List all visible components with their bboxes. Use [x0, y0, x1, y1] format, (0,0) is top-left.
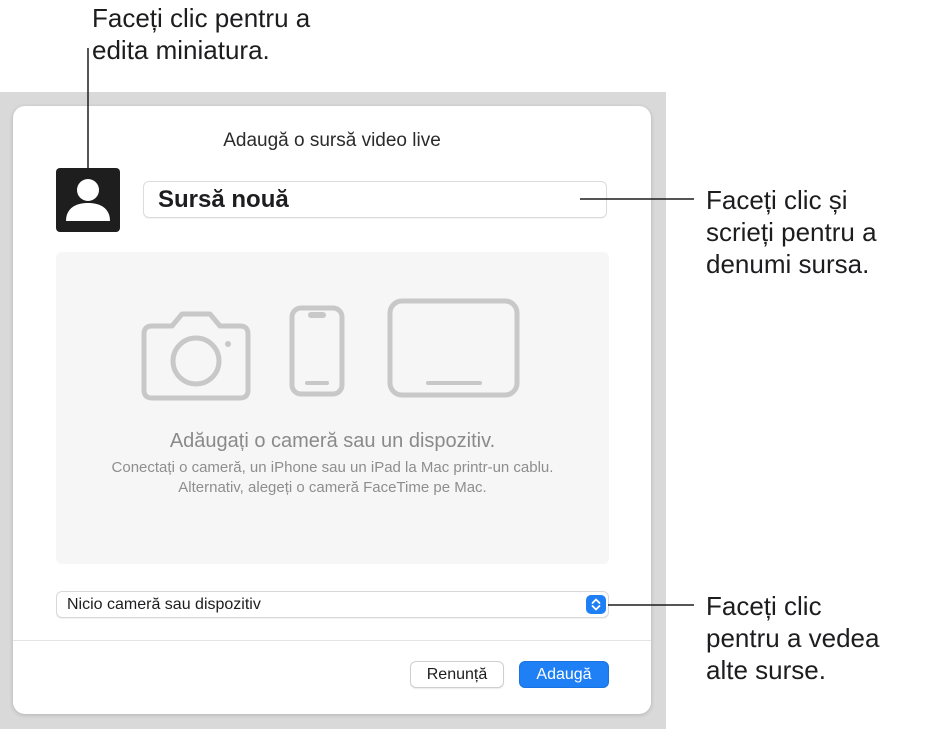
- source-name-value: Sursă nouă: [158, 185, 289, 213]
- dialog-title: Adaugă o sursă video live: [223, 130, 441, 151]
- thumbnail-button[interactable]: [56, 168, 120, 232]
- callout-thumbnail-line-2: edita miniatura.: [92, 35, 270, 65]
- cancel-button[interactable]: Renunță: [410, 661, 504, 688]
- camera-icon: [141, 311, 251, 401]
- empty-state-panel: Adăugați o cameră sau un dispozitiv. Con…: [56, 252, 609, 564]
- add-button[interactable]: Adaugă: [519, 661, 609, 688]
- footer-divider: [13, 640, 651, 641]
- source-name-field[interactable]: Sursă nouă: [143, 181, 607, 218]
- callout-source-line-3: alte surse.: [706, 655, 826, 685]
- callout-source-line-2: pentru a vedea: [706, 623, 880, 653]
- callout-name-line-1: Faceți clic și: [706, 185, 848, 215]
- source-popup-button[interactable]: Nicio cameră sau dispozitiv: [56, 591, 609, 618]
- callout-name-line-3: denumi sursa.: [706, 249, 870, 279]
- iphone-icon: [289, 305, 345, 397]
- empty-state-description: Conectați o cameră, un iPhone sau un iPa…: [111, 459, 554, 496]
- empty-state-heading: Adăugați o cameră sau un dispozitiv.: [169, 430, 496, 452]
- up-down-chevron-icon: [586, 595, 606, 614]
- add-live-video-source-dialog: Adaugă o sursă video live Sursă nouă Adă…: [13, 106, 651, 714]
- callout-source: Faceți clic pentru a vedea alte surse.: [706, 590, 926, 686]
- device-icons: [141, 298, 520, 401]
- callout-thumbnail: Faceți clic pentru a edita miniatura.: [92, 2, 392, 66]
- ipad-icon: [387, 298, 520, 398]
- callout-source-line-1: Faceți clic: [706, 591, 822, 621]
- person-icon: [66, 179, 110, 221]
- callout-thumbnail-line-1: Faceți clic pentru a: [92, 3, 311, 33]
- callout-name: Faceți clic și scrieți pentru a denumi s…: [706, 184, 926, 280]
- source-popup-value: Nicio cameră sau dispozitiv: [67, 595, 261, 613]
- callout-name-line-2: scrieți pentru a: [706, 217, 877, 247]
